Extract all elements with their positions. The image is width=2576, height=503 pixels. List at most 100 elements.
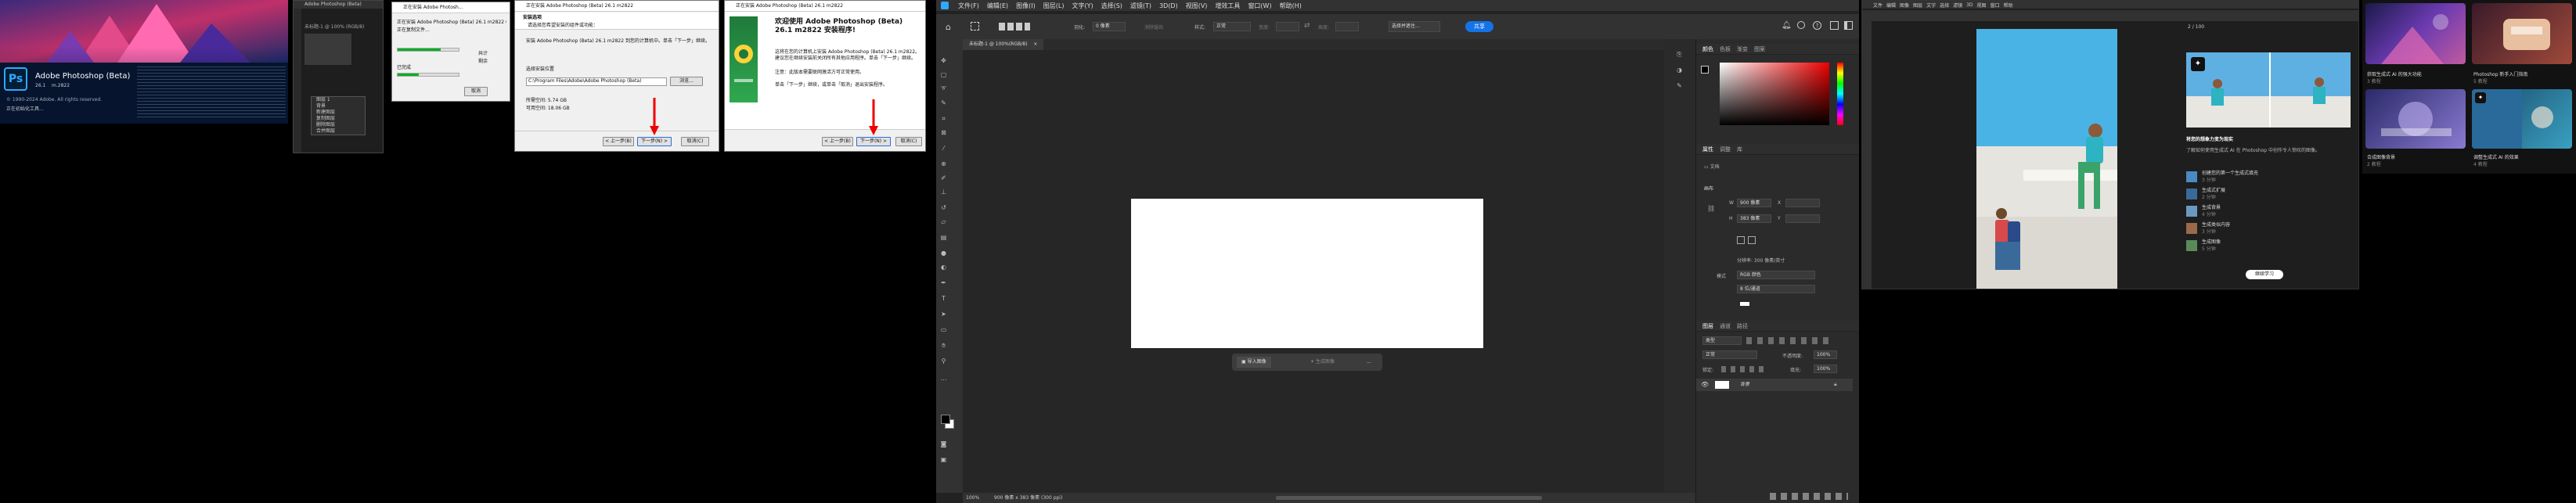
menu-file[interactable]: 文件(F) bbox=[958, 2, 979, 10]
tab-channels[interactable]: 通道 bbox=[1720, 323, 1731, 329]
tab-swatches[interactable]: 色板 bbox=[1720, 46, 1731, 52]
path-select-icon[interactable]: ➤ bbox=[939, 310, 948, 318]
tutorial-card[interactable] bbox=[2472, 3, 2572, 64]
setup1-back-button[interactable]: < 上一步(B) bbox=[603, 137, 634, 146]
screen-mode-icon[interactable]: ▣ bbox=[939, 455, 948, 464]
blur-tool-icon[interactable]: ● bbox=[939, 249, 948, 257]
list-item[interactable]: 生成式扩展 2 分钟 bbox=[2186, 187, 2351, 204]
setup1-cancel-button[interactable]: 取消(C) bbox=[681, 137, 709, 146]
document-tab[interactable]: 未标题-1 @ 100%(RGB/8) × bbox=[963, 39, 1044, 50]
brushes-panel-icon[interactable]: ✎ bbox=[1675, 81, 1684, 90]
menu-image[interactable]: 图像(I) bbox=[1016, 2, 1036, 10]
help-icon[interactable]: ? bbox=[1813, 21, 1821, 30]
lock-icons[interactable] bbox=[1721, 366, 1768, 372]
share-button[interactable]: 共享 bbox=[1465, 21, 1493, 32]
tab-paths[interactable]: 路径 bbox=[1737, 323, 1748, 329]
ctx-item[interactable]: 复制图层 bbox=[312, 116, 365, 122]
tab-adjustments[interactable]: 调整 bbox=[1720, 146, 1731, 153]
menu-item[interactable]: 视图 bbox=[1977, 2, 1987, 9]
setup2-cancel-button[interactable]: 取消(C) bbox=[895, 137, 922, 146]
height-input[interactable] bbox=[1335, 22, 1359, 31]
ctx-item[interactable]: 新建图层 bbox=[312, 110, 365, 116]
list-item[interactable]: 生成类似内容 3 分钟 bbox=[2186, 221, 2351, 239]
x-prop-input[interactable] bbox=[1785, 199, 1820, 207]
notification-icon[interactable]: 🔔︎ bbox=[1782, 21, 1792, 30]
layers-footer-icons[interactable] bbox=[1770, 493, 1848, 500]
style-select[interactable]: 正常 bbox=[1213, 22, 1251, 31]
menu-item[interactable]: 图像 bbox=[1900, 2, 1909, 9]
tutorial-card[interactable]: ✦ bbox=[2472, 89, 2572, 149]
menu-item[interactable]: 3D bbox=[1966, 2, 1973, 8]
more-tools-icon[interactable]: ⋯ bbox=[939, 375, 948, 384]
type-tool-icon[interactable]: T bbox=[939, 294, 948, 303]
menu-select[interactable]: 选择(S) bbox=[1101, 2, 1122, 10]
tab-close-icon[interactable]: × bbox=[1033, 41, 1037, 47]
fill-swatch[interactable] bbox=[1740, 302, 1749, 306]
foreground-color-swatch[interactable] bbox=[941, 415, 950, 424]
ctx-item[interactable]: 删除图层 bbox=[312, 122, 365, 128]
color-picker-field[interactable] bbox=[1720, 63, 1829, 125]
mode-select[interactable]: RGB 颜色 bbox=[1737, 271, 1815, 279]
eyedropper-icon[interactable]: ⁄ bbox=[939, 144, 948, 153]
menu-item[interactable]: 文字 bbox=[1926, 2, 1936, 9]
orientation-icon[interactable] bbox=[1737, 236, 1745, 244]
tab-color[interactable]: 颜色 bbox=[1702, 46, 1713, 52]
tab-patterns[interactable]: 图案 bbox=[1754, 46, 1765, 52]
link-icon[interactable]: ⛓︎ bbox=[1707, 205, 1715, 212]
clone-stamp-icon[interactable]: ⊥ bbox=[939, 188, 948, 196]
home-icon[interactable]: ⌂ bbox=[946, 22, 955, 32]
menu-item[interactable]: 图层 bbox=[1913, 2, 1922, 9]
crop-tool-icon[interactable]: ⌗ bbox=[939, 114, 948, 123]
antialias-checkbox[interactable]: 消除锯齿 bbox=[1144, 23, 1163, 31]
ctx-item[interactable]: 合并图层 bbox=[312, 128, 365, 135]
frame-tool-icon[interactable]: ⊠ bbox=[939, 128, 948, 137]
visibility-eye-icon[interactable]: 👁︎ bbox=[1701, 381, 1709, 388]
dodge-tool-icon[interactable]: ◐ bbox=[939, 263, 948, 271]
move-tool-icon[interactable]: ✥ bbox=[939, 56, 948, 65]
tutorial-card[interactable] bbox=[2365, 3, 2466, 64]
progress-cancel-button[interactable]: 取消 bbox=[464, 87, 488, 96]
menu-3d[interactable]: 3D(D) bbox=[1159, 2, 1178, 9]
list-item[interactable]: 生成图像 5 分钟 bbox=[2186, 239, 2351, 256]
swap-icon[interactable]: ⇄ bbox=[1304, 22, 1310, 30]
setup2-back-button[interactable]: < 上一步(B) bbox=[822, 137, 853, 146]
ctx-item[interactable]: 背景 bbox=[312, 103, 365, 110]
menu-item[interactable]: 帮助 bbox=[2004, 2, 2013, 9]
y-prop-input[interactable] bbox=[1785, 214, 1820, 223]
setup1-next-button[interactable]: 下一步(N) > bbox=[637, 137, 672, 146]
menu-filter[interactable]: 滤镜(T) bbox=[1130, 2, 1151, 10]
menu-item[interactable]: 文件 bbox=[1873, 2, 1882, 9]
menu-type[interactable]: 文字(Y) bbox=[1072, 2, 1093, 10]
tutorial-card[interactable] bbox=[2365, 89, 2466, 149]
gradient-tool-icon[interactable]: ▤ bbox=[939, 233, 948, 242]
selection-mode-icon[interactable] bbox=[999, 23, 1030, 31]
tab-libraries[interactable]: 库 bbox=[1737, 146, 1742, 153]
menu-view[interactable]: 视图(V) bbox=[1186, 2, 1208, 10]
menu-edit[interactable]: 编辑(E) bbox=[987, 2, 1008, 10]
setup1-browse-button[interactable]: 浏览... bbox=[670, 77, 703, 86]
continue-learning-button[interactable]: 继续学习 bbox=[2246, 270, 2283, 279]
history-panel-icon[interactable]: ⎘ bbox=[1675, 50, 1684, 59]
menu-item[interactable]: 滤镜 bbox=[1953, 2, 1962, 9]
menu-plugins[interactable]: 增效工具 bbox=[1215, 2, 1240, 10]
healing-brush-icon[interactable]: ⊕ bbox=[939, 160, 948, 168]
list-item[interactable]: 创建您的第一个生成式填充 3 分钟 bbox=[2186, 170, 2351, 187]
brush-tool-icon[interactable]: ✐ bbox=[939, 174, 948, 182]
adjustments-panel-icon[interactable]: ◑ bbox=[1675, 66, 1684, 74]
eraser-tool-icon[interactable]: ▱ bbox=[939, 217, 948, 226]
layer-name[interactable]: 背景 bbox=[1740, 382, 1749, 388]
orientation-icon[interactable] bbox=[1748, 236, 1756, 244]
search-icon[interactable] bbox=[1797, 21, 1805, 29]
layer-filter-select[interactable]: 类型 bbox=[1702, 336, 1742, 345]
opacity-input[interactable]: 100% bbox=[1814, 350, 1837, 359]
lasso-tool-icon[interactable]: ➰︎ bbox=[939, 84, 948, 93]
workspace-icon[interactable] bbox=[1830, 21, 1839, 30]
quick-select-icon[interactable]: ✎ bbox=[939, 99, 948, 107]
depth-select[interactable]: 8 位/通道 bbox=[1737, 285, 1815, 293]
width-prop-input[interactable]: 900 像素 bbox=[1737, 199, 1771, 207]
height-prop-input[interactable]: 383 像素 bbox=[1737, 214, 1771, 223]
layer-filter-icons[interactable] bbox=[1746, 337, 1832, 344]
ps-small-doc-tab[interactable]: 未标题-1 @ 100% (RGB/8) bbox=[304, 24, 364, 31]
artboard-tool-icon[interactable]: ▢ bbox=[939, 70, 948, 79]
fg-swatch-panel[interactable] bbox=[1701, 66, 1709, 74]
